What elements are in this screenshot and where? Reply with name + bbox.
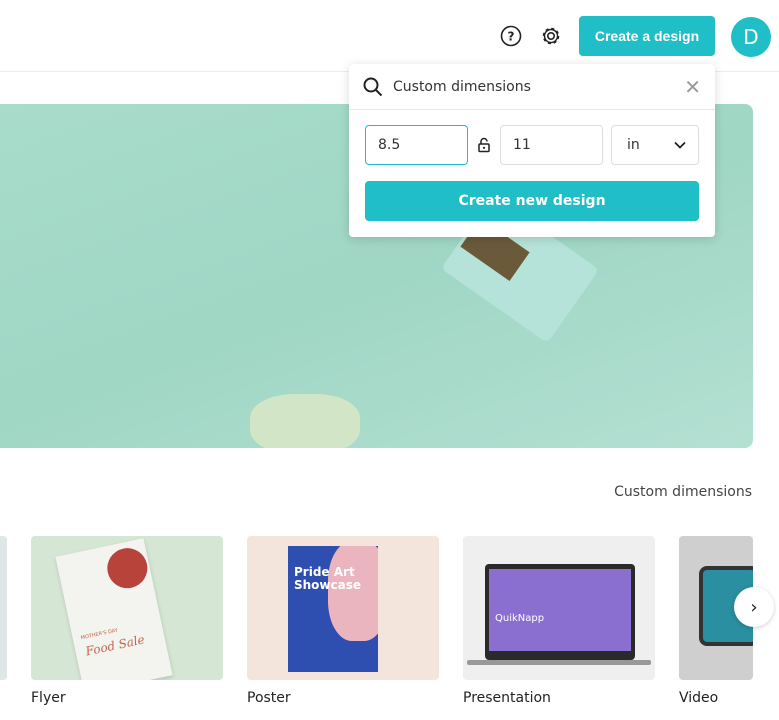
create-a-design-button[interactable]: Create a design	[579, 16, 715, 56]
search-input[interactable]: Custom dimensions	[393, 79, 531, 95]
search-icon	[363, 77, 383, 96]
svg-text:?: ?	[508, 30, 515, 44]
chevron-down-icon	[674, 141, 686, 149]
custom-dimensions-popup: Custom dimensions ✕ 8.5 11 in Create new…	[349, 64, 715, 237]
custom-dimensions-link[interactable]: Custom dimensions	[614, 484, 752, 500]
lock-icon[interactable]	[477, 137, 491, 153]
unit-select[interactable]: in	[611, 125, 699, 165]
design-card-flyer[interactable]: MOTHER'S DAY Food Sale	[31, 536, 223, 680]
avatar[interactable]: D	[731, 17, 771, 57]
design-card-presentation[interactable]: QuikNapp	[463, 536, 655, 680]
poster-thumbnail: Pride Art Showcase	[288, 546, 378, 672]
card-label[interactable]: Video	[679, 690, 718, 706]
card-label[interactable]: Presentation	[463, 690, 551, 706]
poster-shape	[328, 546, 378, 641]
laptop-thumbnail: QuikNapp	[485, 564, 635, 660]
height-input[interactable]: 11	[500, 125, 603, 165]
card-label[interactable]: Flyer	[31, 690, 66, 706]
laptop-screen: QuikNapp	[489, 569, 631, 651]
create-new-design-button[interactable]: Create new design	[365, 181, 699, 221]
help-icon[interactable]: ?	[499, 24, 523, 48]
poster-title: Pride Art Showcase	[294, 565, 362, 592]
unit-value: in	[627, 137, 640, 153]
width-input[interactable]: 8.5	[365, 125, 468, 165]
card-label[interactable]: Poster	[247, 690, 291, 706]
laptop-base	[467, 660, 651, 665]
presentation-text: QuikNapp	[495, 613, 545, 624]
design-card-partial[interactable]	[0, 536, 7, 680]
salad-image	[103, 544, 152, 592]
gear-icon[interactable]	[539, 24, 563, 48]
chevron-right-icon[interactable]: ›	[734, 587, 774, 627]
top-bar: ? Create a design D	[0, 0, 779, 72]
design-card-poster[interactable]: Pride Art Showcase	[247, 536, 439, 680]
close-icon[interactable]: ✕	[684, 77, 701, 97]
banner-decoration	[250, 394, 360, 448]
search-row[interactable]: Custom dimensions	[349, 64, 715, 110]
flyer-thumbnail: MOTHER'S DAY Food Sale	[55, 538, 173, 680]
